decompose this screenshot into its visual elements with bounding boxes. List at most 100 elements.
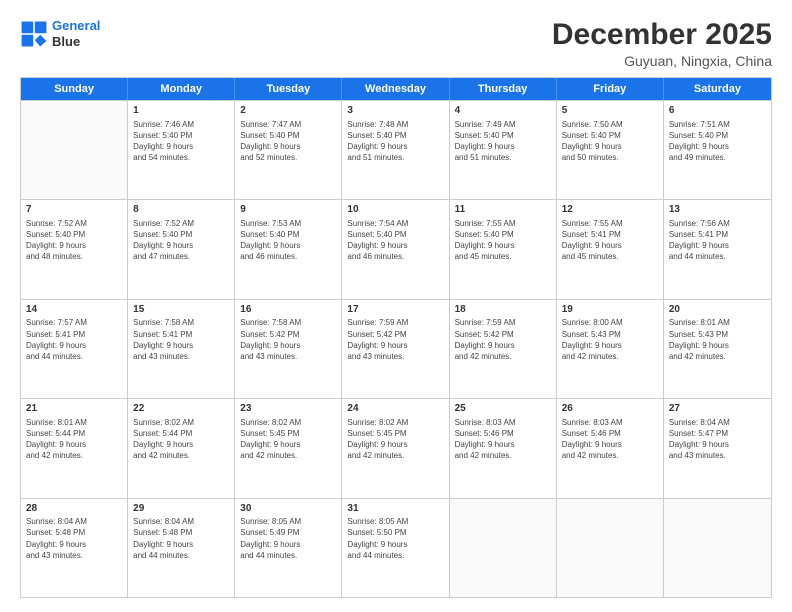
- day-info: Sunrise: 7:52 AM Sunset: 5:40 PM Dayligh…: [26, 218, 122, 263]
- day-cell-27: 27Sunrise: 8:04 AM Sunset: 5:47 PM Dayli…: [664, 399, 771, 497]
- day-info: Sunrise: 7:48 AM Sunset: 5:40 PM Dayligh…: [347, 119, 443, 164]
- day-info: Sunrise: 8:04 AM Sunset: 5:47 PM Dayligh…: [669, 417, 766, 462]
- day-info: Sunrise: 7:58 AM Sunset: 5:41 PM Dayligh…: [133, 317, 229, 362]
- subtitle: Guyuan, Ningxia, China: [552, 53, 772, 69]
- empty-cell: [450, 499, 557, 597]
- day-info: Sunrise: 7:56 AM Sunset: 5:41 PM Dayligh…: [669, 218, 766, 263]
- day-info: Sunrise: 7:51 AM Sunset: 5:40 PM Dayligh…: [669, 119, 766, 164]
- day-number: 4: [455, 104, 551, 118]
- day-number: 28: [26, 502, 122, 516]
- logo-line2: Blue: [52, 34, 100, 50]
- day-number: 24: [347, 402, 443, 416]
- day-header-tuesday: Tuesday: [235, 78, 342, 100]
- week-2: 7Sunrise: 7:52 AM Sunset: 5:40 PM Daylig…: [21, 199, 771, 298]
- day-number: 8: [133, 203, 229, 217]
- calendar-body: 1Sunrise: 7:46 AM Sunset: 5:40 PM Daylig…: [21, 100, 771, 597]
- day-info: Sunrise: 8:05 AM Sunset: 5:49 PM Dayligh…: [240, 516, 336, 561]
- day-cell-18: 18Sunrise: 7:59 AM Sunset: 5:42 PM Dayli…: [450, 300, 557, 398]
- day-header-monday: Monday: [128, 78, 235, 100]
- day-number: 21: [26, 402, 122, 416]
- empty-cell: [557, 499, 664, 597]
- week-1: 1Sunrise: 7:46 AM Sunset: 5:40 PM Daylig…: [21, 100, 771, 199]
- day-cell-31: 31Sunrise: 8:05 AM Sunset: 5:50 PM Dayli…: [342, 499, 449, 597]
- day-number: 22: [133, 402, 229, 416]
- week-5: 28 Sunrise: 8:04 AM Sunset: 5:48 PM Dayli…: [21, 498, 771, 597]
- day-info: Sunrise: 7:49 AM Sunset: 5:40 PM Dayligh…: [455, 119, 551, 164]
- title-block: December 2025 Guyuan, Ningxia, China: [552, 18, 772, 69]
- day-cell-29: 29Sunrise: 8:04 AM Sunset: 5:48 PM Dayli…: [128, 499, 235, 597]
- day-info: Sunrise: 8:05 AM Sunset: 5:50 PM Dayligh…: [347, 516, 443, 561]
- day-number: 19: [562, 303, 658, 317]
- day-cell-22: 22Sunrise: 8:02 AM Sunset: 5:44 PM Dayli…: [128, 399, 235, 497]
- day-cell-14: 14Sunrise: 7:57 AM Sunset: 5:41 PM Dayli…: [21, 300, 128, 398]
- day-number: 2: [240, 104, 336, 118]
- day-info: Sunrise: 8:02 AM Sunset: 5:45 PM Dayligh…: [240, 417, 336, 462]
- day-cell-24: 24Sunrise: 8:02 AM Sunset: 5:45 PM Dayli…: [342, 399, 449, 497]
- day-info: Sunrise: 8:00 AM Sunset: 5:43 PM Dayligh…: [562, 317, 658, 362]
- day-info: Sunrise: 7:55 AM Sunset: 5:40 PM Dayligh…: [455, 218, 551, 263]
- week-4: 21Sunrise: 8:01 AM Sunset: 5:44 PM Dayli…: [21, 398, 771, 497]
- day-cell-17: 17Sunrise: 7:59 AM Sunset: 5:42 PM Dayli…: [342, 300, 449, 398]
- day-cell-1: 1Sunrise: 7:46 AM Sunset: 5:40 PM Daylig…: [128, 101, 235, 199]
- main-title: December 2025: [552, 18, 772, 51]
- day-number: 26: [562, 402, 658, 416]
- week-3: 14Sunrise: 7:57 AM Sunset: 5:41 PM Dayli…: [21, 299, 771, 398]
- header: General Blue December 2025 Guyuan, Ningx…: [20, 18, 772, 69]
- day-number: 23: [240, 402, 336, 416]
- day-number: 3: [347, 104, 443, 118]
- logo: General Blue: [20, 18, 100, 49]
- day-number: 11: [455, 203, 551, 217]
- day-cell-25: 25Sunrise: 8:03 AM Sunset: 5:46 PM Dayli…: [450, 399, 557, 497]
- day-info: Sunrise: 7:59 AM Sunset: 5:42 PM Dayligh…: [455, 317, 551, 362]
- day-number: 17: [347, 303, 443, 317]
- day-number: 30: [240, 502, 336, 516]
- day-info: Sunrise: 7:58 AM Sunset: 5:42 PM Dayligh…: [240, 317, 336, 362]
- day-cell-21: 21Sunrise: 8:01 AM Sunset: 5:44 PM Dayli…: [21, 399, 128, 497]
- logo-text: General Blue: [52, 18, 100, 49]
- day-cell-26: 26Sunrise: 8:03 AM Sunset: 5:46 PM Dayli…: [557, 399, 664, 497]
- day-cell-2: 2Sunrise: 7:47 AM Sunset: 5:40 PM Daylig…: [235, 101, 342, 199]
- day-cell-15: 15Sunrise: 7:58 AM Sunset: 5:41 PM Dayli…: [128, 300, 235, 398]
- day-cell-16: 16Sunrise: 7:58 AM Sunset: 5:42 PM Dayli…: [235, 300, 342, 398]
- day-number: 15: [133, 303, 229, 317]
- day-cell-6: 6Sunrise: 7:51 AM Sunset: 5:40 PM Daylig…: [664, 101, 771, 199]
- day-info: Sunrise: 7:55 AM Sunset: 5:41 PM Dayligh…: [562, 218, 658, 263]
- day-cell-28: 28Sunrise: 8:04 AM Sunset: 5:48 PM Dayli…: [21, 499, 128, 597]
- day-number: 6: [669, 104, 766, 118]
- day-info: Sunrise: 8:03 AM Sunset: 5:46 PM Dayligh…: [562, 417, 658, 462]
- day-cell-3: 3Sunrise: 7:48 AM Sunset: 5:40 PM Daylig…: [342, 101, 449, 199]
- day-number: 20: [669, 303, 766, 317]
- day-cell-23: 23Sunrise: 8:02 AM Sunset: 5:45 PM Dayli…: [235, 399, 342, 497]
- empty-cell: [21, 101, 128, 199]
- day-cell-12: 12Sunrise: 7:55 AM Sunset: 5:41 PM Dayli…: [557, 200, 664, 298]
- day-cell-19: 19Sunrise: 8:00 AM Sunset: 5:43 PM Dayli…: [557, 300, 664, 398]
- empty-cell: [664, 499, 771, 597]
- day-number: 7: [26, 203, 122, 217]
- day-header-friday: Friday: [557, 78, 664, 100]
- logo-icon: [20, 20, 48, 48]
- day-number: 14: [26, 303, 122, 317]
- day-number: 18: [455, 303, 551, 317]
- day-cell-4: 4Sunrise: 7:49 AM Sunset: 5:40 PM Daylig…: [450, 101, 557, 199]
- day-info: Sunrise: 8:04 AM Sunset: 5:48 PM Dayligh…: [133, 516, 229, 561]
- day-cell-5: 5Sunrise: 7:50 AM Sunset: 5:40 PM Daylig…: [557, 101, 664, 199]
- day-number: 13: [669, 203, 766, 217]
- day-info: Sunrise: 7:57 AM Sunset: 5:41 PM Dayligh…: [26, 317, 122, 362]
- day-info: Sunrise: 7:50 AM Sunset: 5:40 PM Dayligh…: [562, 119, 658, 164]
- day-number: 10: [347, 203, 443, 217]
- day-info: Sunrise: 7:52 AM Sunset: 5:40 PM Dayligh…: [133, 218, 229, 263]
- day-info: Sunrise: 7:59 AM Sunset: 5:42 PM Dayligh…: [347, 317, 443, 362]
- day-number: 16: [240, 303, 336, 317]
- day-header-sunday: Sunday: [21, 78, 128, 100]
- day-number: 25: [455, 402, 551, 416]
- day-info: Sunrise: 8:03 AM Sunset: 5:46 PM Dayligh…: [455, 417, 551, 462]
- day-header-thursday: Thursday: [450, 78, 557, 100]
- day-cell-10: 10Sunrise: 7:54 AM Sunset: 5:40 PM Dayli…: [342, 200, 449, 298]
- day-info: Sunrise: 7:47 AM Sunset: 5:40 PM Dayligh…: [240, 119, 336, 164]
- day-info: Sunrise: 8:02 AM Sunset: 5:45 PM Dayligh…: [347, 417, 443, 462]
- day-number: 9: [240, 203, 336, 217]
- day-cell-8: 8Sunrise: 7:52 AM Sunset: 5:40 PM Daylig…: [128, 200, 235, 298]
- calendar: SundayMondayTuesdayWednesdayThursdayFrid…: [20, 77, 772, 598]
- day-info: Sunrise: 7:54 AM Sunset: 5:40 PM Dayligh…: [347, 218, 443, 263]
- calendar-header: SundayMondayTuesdayWednesdayThursdayFrid…: [21, 78, 771, 100]
